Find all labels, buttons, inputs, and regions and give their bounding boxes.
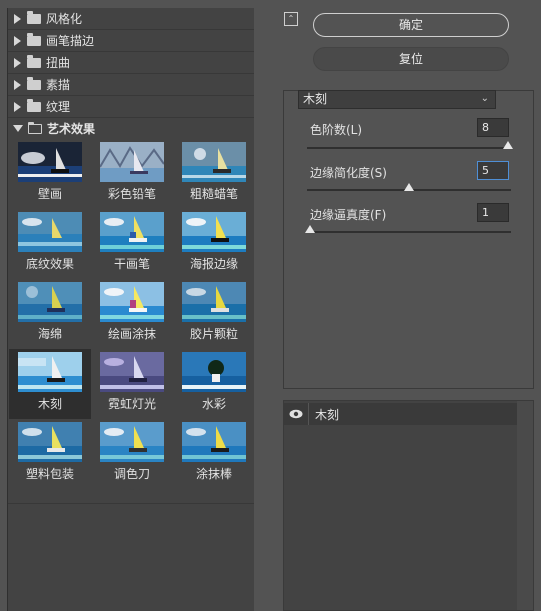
- filter-label: 涂抹棒: [195, 467, 232, 481]
- category-stylize[interactable]: 风格化: [8, 8, 254, 30]
- filter-thumbnail-image: [100, 282, 164, 322]
- filter-thumbnail-image: [182, 212, 246, 252]
- filter-thumbnail-image: [18, 142, 82, 182]
- filter-select[interactable]: 木刻 ⌄: [298, 90, 496, 109]
- category-label: 纹理: [46, 100, 71, 114]
- collapse-icon[interactable]: ⌃: [284, 12, 298, 26]
- filter-palette-knife[interactable]: 调色刀: [91, 419, 173, 489]
- open-folder-icon: [28, 121, 42, 134]
- filter-paint-daubs[interactable]: 绘画涂抹: [91, 279, 173, 349]
- param-label-edge-simplicity: 边缘简化度(S): [310, 166, 387, 180]
- category-label: 艺术效果: [47, 122, 96, 136]
- filter-thumbnail-image: [100, 142, 164, 182]
- levels-slider-handle[interactable]: [503, 141, 513, 149]
- filter-label: 海报边缘: [189, 257, 238, 271]
- filter-label: 干画笔: [113, 257, 150, 271]
- filter-label: 塑料包装: [25, 467, 74, 481]
- edge-simplicity-input[interactable]: 5: [477, 161, 509, 180]
- expand-arrow-icon[interactable]: [14, 57, 21, 68]
- filter-label: 壁画: [37, 187, 62, 201]
- filter-thumbnail-image: [182, 142, 246, 182]
- reset-button[interactable]: 复位: [313, 47, 509, 71]
- filter-thumbnail-image: [100, 352, 164, 392]
- filter-watercolor[interactable]: 水彩: [173, 349, 255, 419]
- folder-icon: [27, 54, 41, 68]
- category-sketch[interactable]: 素描: [8, 74, 254, 96]
- eye-icon: [289, 409, 303, 419]
- filter-label: 胶片颗粒: [189, 327, 238, 341]
- filter-label: 调色刀: [113, 467, 150, 481]
- category-distort[interactable]: 扭曲: [8, 52, 254, 74]
- filter-label: 底纹效果: [25, 257, 74, 271]
- visibility-toggle[interactable]: [284, 403, 309, 425]
- folder-icon: [27, 32, 41, 46]
- filter-label: 彩色铅笔: [107, 187, 156, 201]
- filter-thumbnail-image: [18, 352, 82, 392]
- edge-simplicity-slider-handle[interactable]: [404, 183, 414, 191]
- filter-underpainting[interactable]: 底纹效果: [9, 209, 91, 279]
- effect-layers-list: 木刻: [283, 400, 534, 611]
- filter-thumbnail-image: [182, 352, 246, 392]
- filter-label: 水彩: [201, 397, 226, 411]
- filter-dry-brush[interactable]: 干画笔: [91, 209, 173, 279]
- filter-poster-edges[interactable]: 海报边缘: [173, 209, 255, 279]
- category-label: 扭曲: [46, 56, 71, 70]
- edge-fidelity-slider-handle[interactable]: [305, 225, 315, 233]
- category-brush-strokes[interactable]: 画笔描边: [8, 30, 254, 52]
- filter-cutout[interactable]: 木刻: [9, 349, 91, 419]
- filter-rough-pastels[interactable]: 粗糙蜡笔: [173, 139, 255, 209]
- levels-slider-track[interactable]: [307, 147, 511, 149]
- filter-sponge[interactable]: 海绵: [9, 279, 91, 349]
- filter-colored-pencil[interactable]: 彩色铅笔: [91, 139, 173, 209]
- filter-label: 木刻: [37, 397, 62, 411]
- filter-select-value: 木刻: [303, 92, 328, 106]
- chevron-down-icon: ⌄: [480, 93, 489, 104]
- category-label: 风格化: [46, 12, 83, 26]
- filter-label: 海绵: [37, 327, 62, 341]
- filter-label: 绘画涂抹: [107, 327, 156, 341]
- filter-thumbnail-image: [18, 422, 82, 462]
- folder-icon: [27, 98, 41, 112]
- filter-thumbnail-image: [18, 212, 82, 252]
- expand-arrow-icon[interactable]: [14, 35, 21, 46]
- filter-thumbnail-image: [100, 422, 164, 462]
- edge-fidelity-input[interactable]: 1: [477, 203, 509, 222]
- filter-thumbnail-image: [182, 422, 246, 462]
- expand-arrow-icon[interactable]: [14, 79, 21, 90]
- levels-input[interactable]: 8: [477, 118, 509, 137]
- confirm-button[interactable]: 确定: [313, 13, 509, 37]
- effect-layer-name: 木刻: [315, 407, 340, 422]
- category-texture[interactable]: 纹理: [8, 96, 254, 118]
- divider: [8, 503, 254, 504]
- param-label-levels: 色阶数(L): [310, 123, 363, 137]
- edge-fidelity-slider-track[interactable]: [307, 231, 511, 233]
- filter-label: 霓虹灯光: [107, 397, 156, 411]
- filter-thumbnail-image: [18, 282, 82, 322]
- filter-label: 粗糙蜡笔: [189, 187, 238, 201]
- layers-scrollbar[interactable]: [517, 401, 533, 610]
- filter-thumbnail-image: [182, 282, 246, 322]
- filter-tree: 风格化 画笔描边 扭曲 素描 纹理 艺术效果 壁画 彩色铅笔 粗糙蜡笔 底纹效果…: [7, 8, 254, 611]
- filter-film-grain[interactable]: 胶片颗粒: [173, 279, 255, 349]
- expand-arrow-icon[interactable]: [14, 101, 21, 112]
- expand-arrow-icon[interactable]: [14, 13, 21, 24]
- filter-plastic-wrap[interactable]: 塑料包装: [9, 419, 91, 489]
- filter-smudge-stick[interactable]: 涂抹棒: [173, 419, 255, 489]
- param-label-edge-fidelity: 边缘逼真度(F): [310, 208, 387, 222]
- filter-thumbnails: 壁画 彩色铅笔 粗糙蜡笔 底纹效果 干画笔 海报边缘 海绵 绘画涂抹 胶片颗粒 …: [8, 139, 254, 499]
- category-artistic[interactable]: 艺术效果: [8, 118, 254, 139]
- folder-icon: [27, 10, 41, 24]
- folder-icon: [27, 76, 41, 90]
- category-label: 画笔描边: [46, 34, 95, 48]
- filter-gallery-panel: 风格化 画笔描边 扭曲 素描 纹理 艺术效果 壁画 彩色铅笔 粗糙蜡笔 底纹效果…: [0, 0, 270, 611]
- effect-layer-row[interactable]: 木刻: [284, 403, 517, 425]
- filter-neon-glow[interactable]: 霓虹灯光: [91, 349, 173, 419]
- settings-panel: ⌃ 确定 复位 木刻 ⌄ 色阶数(L) 8 边缘简化度(S) 5 边缘逼真度(F…: [270, 0, 541, 611]
- collapse-arrow-icon[interactable]: [13, 125, 23, 132]
- filter-fresco[interactable]: 壁画: [9, 139, 91, 209]
- filter-thumbnail-image: [100, 212, 164, 252]
- category-label: 素描: [46, 78, 71, 92]
